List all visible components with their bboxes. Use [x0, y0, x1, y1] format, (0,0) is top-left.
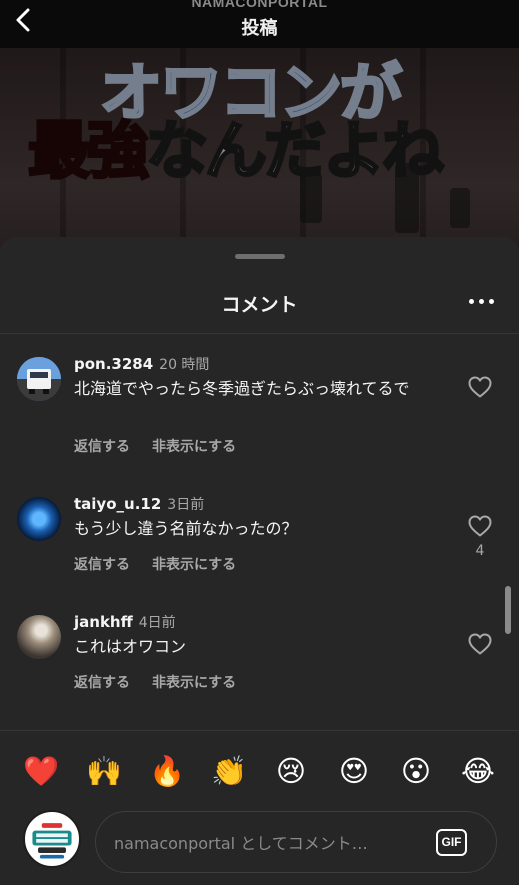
comment-username[interactable]: jankhff 4日前	[74, 612, 176, 632]
truck-avatar-image	[17, 357, 61, 401]
heart-icon	[468, 376, 492, 398]
comment-username[interactable]: taiyo_u.12 3日前	[74, 494, 204, 514]
comment-item: jankhff 4日前 これはオワコン 返信する 非表示にする	[0, 612, 519, 702]
comment-actions: 返信する 非表示にする	[74, 672, 236, 692]
more-horizontal-icon	[469, 299, 474, 304]
sheet-title: コメント	[221, 294, 298, 316]
reply-button[interactable]: 返信する	[74, 557, 130, 573]
avatar[interactable]	[17, 615, 61, 659]
like-button[interactable]	[468, 633, 492, 655]
divider	[0, 730, 519, 731]
more-horizontal-icon	[479, 299, 484, 304]
top-bar: NAMACONPORTAL 投稿	[0, 0, 519, 48]
comment-item: taiyo_u.12 3日前 もう少し違う名前なかったの？ 返信する 非表示にする …	[0, 494, 519, 584]
emoji-heart[interactable]: ❤️	[21, 751, 61, 791]
username-text[interactable]: pon.3284	[74, 355, 153, 373]
heart-icon	[468, 633, 492, 655]
avatar[interactable]	[17, 497, 61, 541]
page-title: 投稿	[241, 18, 278, 39]
comment-composer[interactable]: GIF	[95, 811, 497, 873]
comment-actions: 返信する 非表示にする	[74, 436, 236, 456]
account-name[interactable]: NAMACONPORTAL	[0, 0, 519, 10]
comment-input[interactable]	[114, 828, 414, 858]
drag-handle[interactable]	[235, 254, 285, 259]
scrollbar[interactable]	[505, 586, 511, 634]
username-text[interactable]: taiyo_u.12	[74, 495, 161, 513]
divider	[0, 333, 519, 334]
emoji-heart-eyes[interactable]: 😍	[334, 751, 374, 791]
more-horizontal-icon	[489, 299, 494, 304]
emoji-surprised[interactable]: 😮	[396, 751, 436, 791]
my-avatar[interactable]	[23, 810, 81, 868]
gif-button[interactable]: GIF	[436, 829, 467, 856]
comment-item: pon.3284 20 時間 北海道でやったら冬季過ぎたらぶっ壊れてるで 返信する…	[0, 354, 519, 464]
comment-sheet: コメント pon.3284 20 時間 北海道でやったら冬季過ぎたらぶっ壊れてるで…	[0, 237, 519, 885]
comment-username[interactable]: pon.3284 20 時間	[74, 354, 209, 374]
reply-button[interactable]: 返信する	[74, 675, 130, 691]
emoji-laughing[interactable]: 😂	[458, 751, 498, 791]
comment-text: 北海道でやったら冬季過ぎたらぶっ壊れてるで	[74, 379, 410, 398]
reply-button[interactable]: 返信する	[74, 439, 130, 455]
like-button[interactable]	[468, 515, 492, 537]
comment-time: 3日前	[167, 497, 205, 513]
heart-icon	[468, 515, 492, 537]
comment-text: もう少し違う名前なかったの？	[74, 519, 298, 538]
more-options-button[interactable]	[469, 295, 495, 309]
emoji-crying[interactable]: 😢	[271, 751, 311, 791]
hide-button[interactable]: 非表示にする	[152, 675, 236, 691]
username-text[interactable]: jankhff	[74, 613, 133, 631]
emoji-reaction-bar: ❤️ 🙌 🔥 👏 😢 😍 😮 😂	[0, 751, 519, 791]
channel-logo-image	[26, 813, 78, 865]
hide-button[interactable]: 非表示にする	[152, 557, 236, 573]
emoji-raised-hands[interactable]: 🙌	[84, 751, 124, 791]
like-button[interactable]	[468, 376, 492, 398]
emoji-fire[interactable]: 🔥	[147, 751, 187, 791]
comment-text: これはオワコン	[74, 637, 187, 656]
comment-time: 4日前	[138, 615, 176, 631]
comment-actions: 返信する 非表示にする	[74, 554, 236, 574]
comment-time: 20 時間	[159, 357, 210, 373]
hide-button[interactable]: 非表示にする	[152, 439, 236, 455]
like-count: 4	[475, 543, 485, 559]
emoji-clapping[interactable]: 👏	[209, 751, 249, 791]
avatar[interactable]	[17, 357, 61, 401]
